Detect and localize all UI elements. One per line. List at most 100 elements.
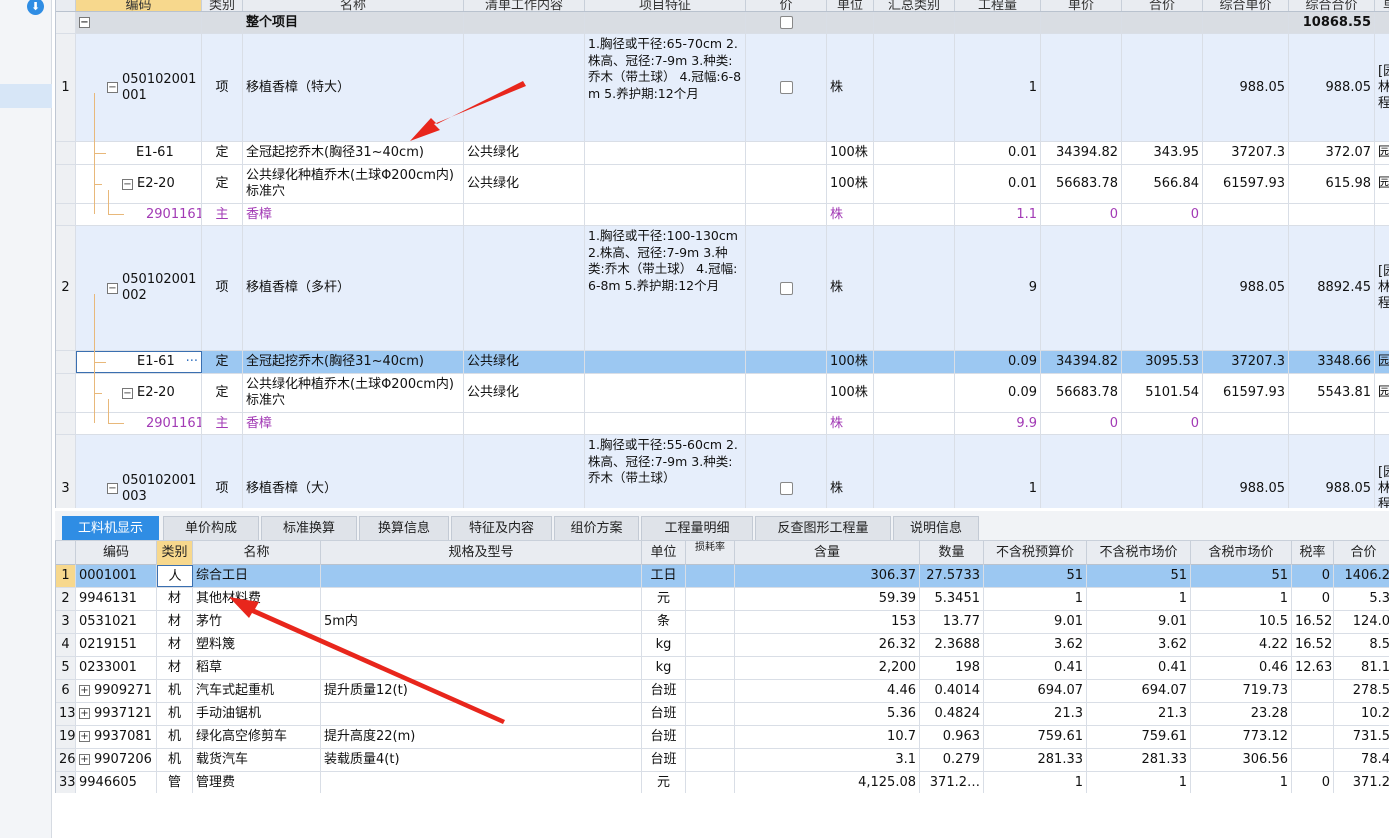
resource-loss-rate[interactable] <box>686 611 735 633</box>
item-composite-price[interactable]: 988.05 <box>1203 226 1289 350</box>
item-work-content[interactable] <box>464 204 585 225</box>
resource-budget-price[interactable]: 759.61 <box>984 726 1087 748</box>
item-composite-amount[interactable]: 372.07 <box>1289 142 1375 164</box>
header-work-content[interactable]: 清单工作内容 <box>464 0 585 11</box>
header-quantity[interactable]: 工程量 <box>955 0 1041 11</box>
header-code[interactable]: 编码 <box>76 541 157 565</box>
item-unit[interactable]: 100株 <box>827 374 874 412</box>
tab-standard-conversion[interactable]: 标准换算 <box>261 516 357 540</box>
item-quantity[interactable]: 1 <box>955 34 1041 141</box>
plus-icon[interactable]: + <box>79 685 90 696</box>
item-checkbox-cell[interactable] <box>746 34 827 141</box>
resource-tax-market-price[interactable]: 1 <box>1191 772 1292 793</box>
item-summary[interactable] <box>874 374 955 412</box>
item-quantity[interactable]: 1.1 <box>955 204 1041 225</box>
resource-quantity[interactable]: 371.2… <box>920 772 984 793</box>
item-type[interactable]: 主 <box>202 413 243 434</box>
header-budget-price[interactable]: 不含税预算价 <box>984 541 1087 565</box>
item-composite-price[interactable]: 988.05 <box>1203 34 1289 141</box>
item-feature[interactable] <box>585 413 746 434</box>
quota-row[interactable]: E1-61 ··· 定全冠起挖乔木(胸径31~40cm) 公共绿化 100株 0.09 34… <box>56 351 1389 374</box>
resource-total[interactable]: 731.5 <box>1334 726 1389 748</box>
resource-tax-market-price[interactable]: 4.22 <box>1191 634 1292 656</box>
resource-tax-rate[interactable]: 12.63 <box>1292 657 1334 679</box>
resource-content[interactable]: 3.1 <box>735 749 920 771</box>
item-unit[interactable]: 100株 <box>827 165 874 203</box>
resource-row[interactable]: 26 +9907206 机载货汽车 装载质量4(t) 台班 3.1 0.279 281.33 2… <box>56 749 1389 772</box>
left-panel-selected-item[interactable] <box>0 84 52 108</box>
item-unit-price[interactable]: 0 <box>1041 204 1122 225</box>
resource-category[interactable]: 机 <box>157 680 193 702</box>
item-unit[interactable]: 株 <box>827 34 874 141</box>
resource-name[interactable]: 管理费 <box>193 772 321 793</box>
item-quantity[interactable]: 9 <box>955 226 1041 350</box>
header-unit[interactable]: 单位 <box>827 0 874 11</box>
header-unit-price[interactable]: 单价 <box>1041 0 1122 11</box>
resource-tax-market-price[interactable]: 0.46 <box>1191 657 1292 679</box>
resource-market-price[interactable]: 21.3 <box>1087 703 1191 725</box>
item-extra[interactable]: [园林程 <box>1375 34 1389 141</box>
header-code[interactable]: 编码 <box>76 0 202 11</box>
item-amount[interactable]: 566.84 <box>1122 165 1203 203</box>
item-type[interactable]: 定 <box>202 165 243 203</box>
item-composite-amount[interactable]: 615.98 <box>1289 165 1375 203</box>
resource-name[interactable]: 塑料篾 <box>193 634 321 656</box>
resource-tax-rate[interactable]: 0 <box>1292 565 1334 587</box>
item-unit[interactable]: 100株 <box>827 351 874 373</box>
item-unit-price[interactable]: 34394.82 <box>1041 351 1122 373</box>
item-amount[interactable]: 343.95 <box>1122 142 1203 164</box>
item-work-content[interactable]: 公共绿化 <box>464 165 585 203</box>
item-type[interactable]: 项 <box>202 226 243 350</box>
tab-feature-content[interactable]: 特征及内容 <box>451 516 552 540</box>
item-composite-price[interactable]: 37207.3 <box>1203 142 1289 164</box>
item-amount[interactable]: 5101.54 <box>1122 374 1203 412</box>
header-name[interactable]: 名称 <box>243 0 464 11</box>
resource-loss-rate[interactable] <box>686 772 735 793</box>
resource-market-price[interactable]: 0.41 <box>1087 657 1191 679</box>
minus-icon[interactable]: − <box>107 483 118 494</box>
plus-icon[interactable]: + <box>79 708 90 719</box>
item-extra[interactable]: 园 <box>1375 165 1389 203</box>
resource-market-price[interactable]: 694.07 <box>1087 680 1191 702</box>
resource-tax-market-price[interactable]: 773.12 <box>1191 726 1292 748</box>
resource-total[interactable]: 8.5 <box>1334 634 1389 656</box>
item-quantity[interactable]: 0.09 <box>955 374 1041 412</box>
header-extra[interactable]: 单 <box>1375 0 1389 11</box>
resource-market-price[interactable]: 1 <box>1087 588 1191 610</box>
item-type[interactable]: 项 <box>202 435 243 508</box>
item-work-content[interactable] <box>464 34 585 141</box>
header-quantity[interactable]: 数量 <box>920 541 984 565</box>
tab-resource-display[interactable]: 工料机显示 <box>62 516 159 540</box>
item-checkbox-cell[interactable] <box>746 142 827 164</box>
resource-spec[interactable] <box>321 703 642 725</box>
resource-tax-rate[interactable]: 16.52 <box>1292 634 1334 656</box>
resource-tax-rate[interactable] <box>1292 726 1334 748</box>
item-work-content[interactable] <box>464 413 585 434</box>
resource-total[interactable]: 124.0 <box>1334 611 1389 633</box>
main-material-row[interactable]: 2901161@2主香樟株9.900 <box>56 413 1389 435</box>
resource-quantity[interactable]: 0.4014 <box>920 680 984 702</box>
header-spec[interactable]: 规格及型号 <box>321 541 642 565</box>
resource-quantity[interactable]: 0.963 <box>920 726 984 748</box>
item-extra[interactable]: 园 <box>1375 351 1389 373</box>
header-composite-price[interactable]: 综合单价 <box>1203 0 1289 11</box>
tab-quantity-detail[interactable]: 工程量明细 <box>641 516 753 540</box>
header-type[interactable]: 类别 <box>202 0 243 11</box>
resource-loss-rate[interactable] <box>686 634 735 656</box>
resource-content[interactable]: 306.37 <box>735 565 920 587</box>
resource-quantity[interactable]: 5.3451 <box>920 588 984 610</box>
resource-tax-market-price[interactable]: 51 <box>1191 565 1292 587</box>
item-feature[interactable] <box>585 351 746 373</box>
item-composite-amount[interactable]: 8892.45 <box>1289 226 1375 350</box>
resource-code[interactable]: +9909271 <box>76 680 157 702</box>
resource-unit[interactable]: kg <box>642 634 686 656</box>
bill-item-row[interactable]: 2 −050102001002 项移植香樟（多杆） 1.胸径或干径:100-130cm… <box>56 226 1389 351</box>
item-feature[interactable] <box>585 374 746 412</box>
resource-market-price[interactable]: 9.01 <box>1087 611 1191 633</box>
item-summary[interactable] <box>874 142 955 164</box>
item-quantity[interactable]: 9.9 <box>955 413 1041 434</box>
resource-unit[interactable]: kg <box>642 657 686 679</box>
resource-code[interactable]: +9907206 <box>76 749 157 771</box>
resource-quantity[interactable]: 13.77 <box>920 611 984 633</box>
minus-icon[interactable]: − <box>122 178 133 190</box>
